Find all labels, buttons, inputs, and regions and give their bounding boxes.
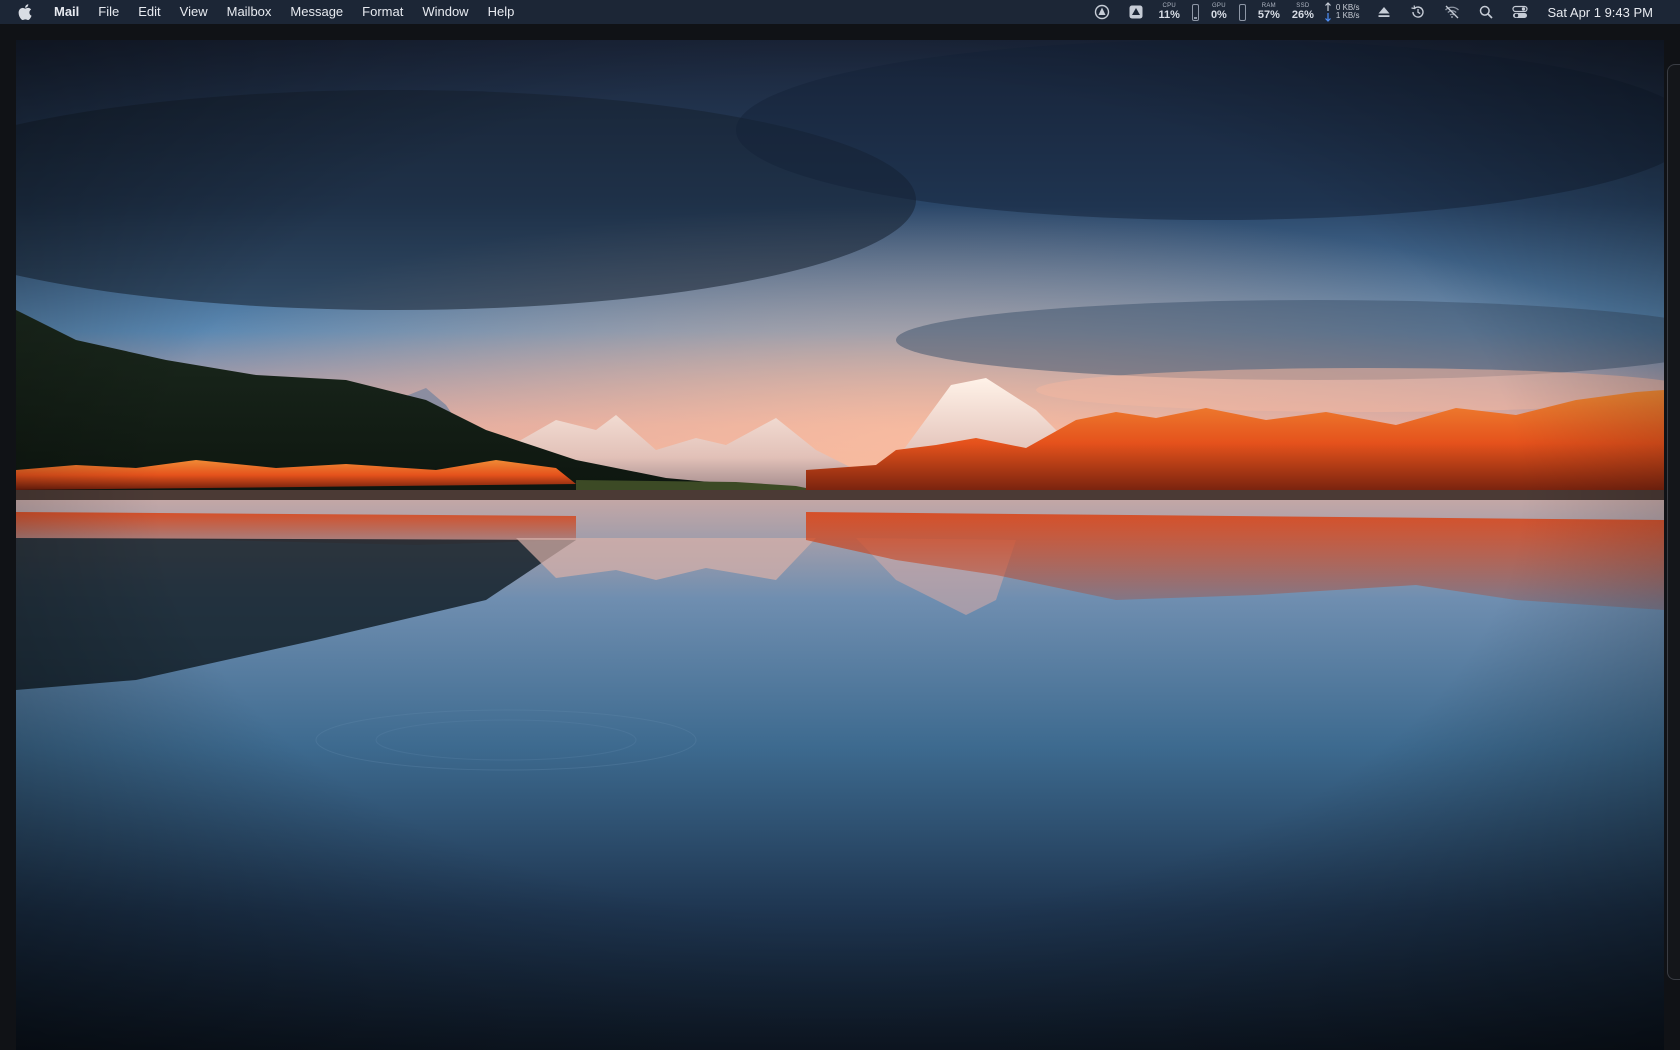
wallpaper-landscape-image	[16, 40, 1664, 1050]
menu-format[interactable]: Format	[362, 0, 403, 24]
menu-mailbox[interactable]: Mailbox	[227, 0, 272, 24]
background-window-edge[interactable]	[1667, 64, 1680, 980]
menu-file[interactable]: File	[98, 0, 119, 24]
desktop	[0, 24, 1680, 1050]
menu-edit[interactable]: Edit	[138, 0, 160, 24]
search-icon[interactable]	[1477, 3, 1495, 21]
control-center-icon[interactable]	[1511, 3, 1529, 21]
drive-icon[interactable]	[1127, 3, 1145, 21]
menu-app-mail[interactable]: Mail	[54, 0, 79, 24]
time-machine-icon[interactable]	[1409, 3, 1427, 21]
cpu-value: 11%	[1158, 9, 1180, 21]
vignette	[16, 40, 1664, 1050]
menu-view[interactable]: View	[180, 0, 208, 24]
wifi-off-icon[interactable]	[1443, 3, 1461, 21]
eject-icon[interactable]	[1375, 3, 1393, 21]
gpu-gauge	[1238, 3, 1246, 21]
cpu-meter[interactable]: CPU 11%	[1159, 3, 1180, 21]
menu-help[interactable]: Help	[488, 0, 515, 24]
ssd-value: 26%	[1291, 9, 1314, 21]
vpn-icon[interactable]	[1093, 3, 1111, 21]
apple-logo-icon[interactable]	[18, 4, 32, 20]
ram-meter[interactable]: RAM 57%	[1258, 3, 1280, 21]
gpu-meter[interactable]: GPU 0%	[1211, 3, 1227, 21]
menu-message[interactable]: Message	[290, 0, 343, 24]
cpu-gauge-fill	[1193, 17, 1197, 19]
ram-value: 57%	[1257, 9, 1280, 21]
cpu-gauge	[1191, 3, 1199, 21]
status-area: CPU 11% GPU 0% RAM 57% SSD 26% 0 KB/s 1 …	[1085, 0, 1680, 24]
menu-bar: Mail File Edit View Mailbox Message Form…	[0, 0, 1680, 24]
landscape-svg	[16, 40, 1664, 1050]
ssd-meter[interactable]: SSD 26%	[1292, 3, 1314, 21]
menu-window[interactable]: Window	[422, 0, 468, 24]
network-arrows-icon	[1324, 2, 1332, 22]
network-meter[interactable]: 0 KB/s 1 KB/s	[1336, 4, 1360, 20]
network-down: 1 KB/s	[1335, 11, 1360, 20]
menu-clock[interactable]: Sat Apr 1 9:43 PM	[1547, 5, 1653, 20]
gpu-value: 0%	[1210, 9, 1227, 21]
